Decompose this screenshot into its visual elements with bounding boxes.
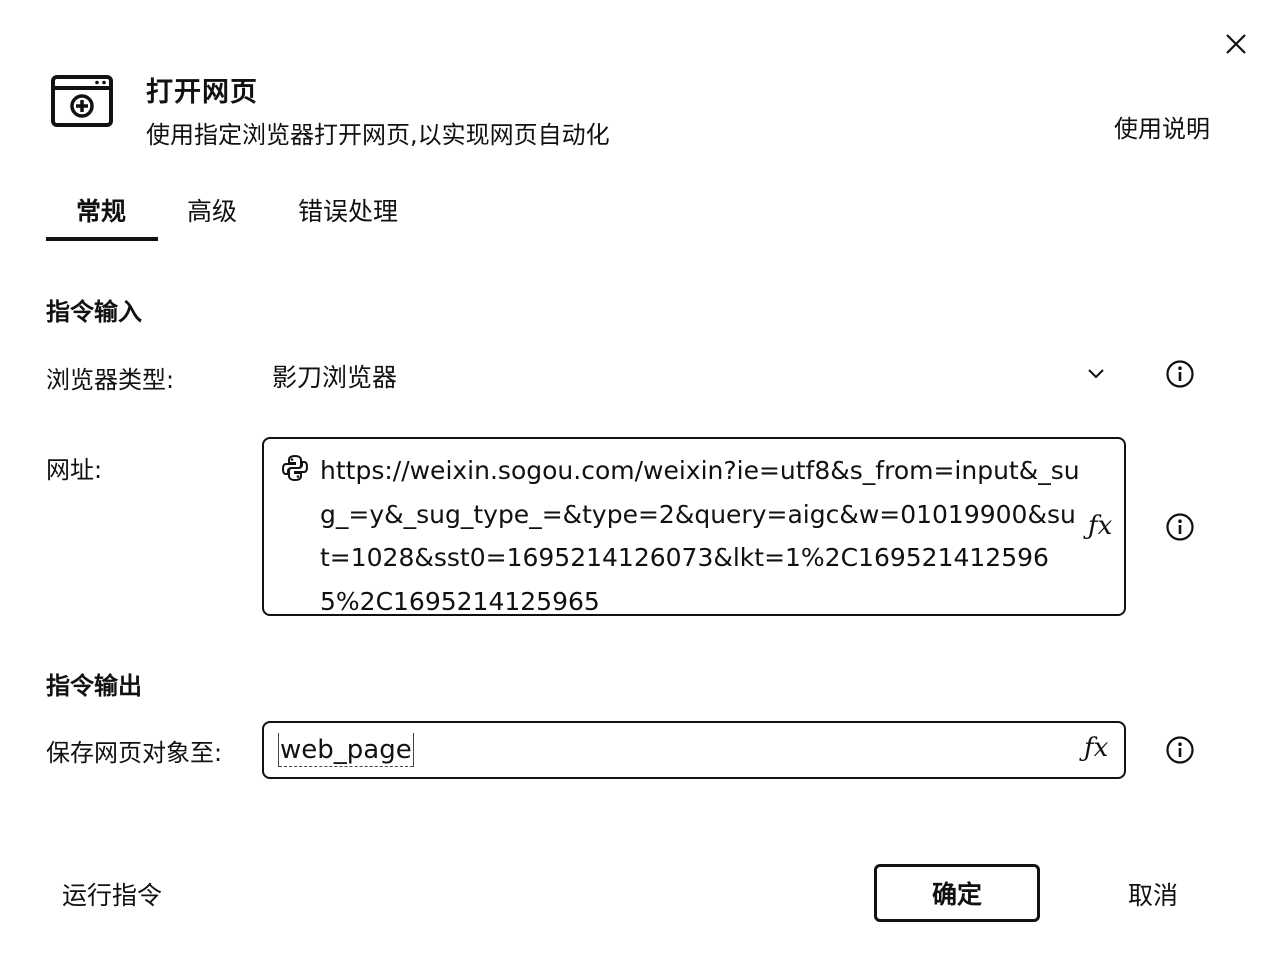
browser-type-select[interactable]: 影刀浏览器 <box>272 358 397 394</box>
info-icon[interactable] <box>1165 359 1195 389</box>
fx-icon[interactable]: ƒx <box>1084 733 1108 763</box>
url-value[interactable]: https://weixin.sogou.com/weixin?ie=utf8&… <box>320 449 1080 623</box>
dialog-title: 打开网页 <box>146 77 258 108</box>
url-input[interactable]: https://weixin.sogou.com/weixin?ie=utf8&… <box>262 437 1126 616</box>
ok-button[interactable]: 确定 <box>874 864 1040 922</box>
url-label: 网址: <box>46 456 103 484</box>
save-to-input[interactable]: web_page ƒx <box>262 721 1126 779</box>
tab-error-handling[interactable]: 错误处理 <box>298 188 398 238</box>
tab-bar: 常规 高级 错误处理 <box>46 188 446 242</box>
cancel-button[interactable]: 取消 <box>1128 876 1178 912</box>
dialog-description: 使用指定浏览器打开网页,以实现网页自动化 <box>146 121 610 149</box>
help-link[interactable]: 使用说明 <box>1114 109 1210 144</box>
info-icon[interactable] <box>1165 512 1195 542</box>
active-tab-indicator <box>46 237 158 241</box>
close-icon <box>1226 34 1246 54</box>
chevron-down-icon[interactable] <box>1082 360 1110 388</box>
browser-window-icon <box>51 75 113 127</box>
info-icon[interactable] <box>1165 735 1195 765</box>
variable-token[interactable]: web_page <box>278 733 414 767</box>
tab-advanced[interactable]: 高级 <box>187 188 237 238</box>
fx-icon[interactable]: ƒx <box>1088 511 1112 541</box>
close-button[interactable] <box>1218 26 1254 62</box>
input-section-title: 指令输入 <box>46 298 142 326</box>
browser-type-label: 浏览器类型: <box>46 366 175 394</box>
output-section-title: 指令输出 <box>46 672 142 700</box>
python-icon <box>281 454 309 482</box>
save-to-label: 保存网页对象至: <box>46 739 223 767</box>
run-command-button[interactable]: 运行指令 <box>62 876 162 912</box>
tab-general[interactable]: 常规 <box>76 188 126 238</box>
